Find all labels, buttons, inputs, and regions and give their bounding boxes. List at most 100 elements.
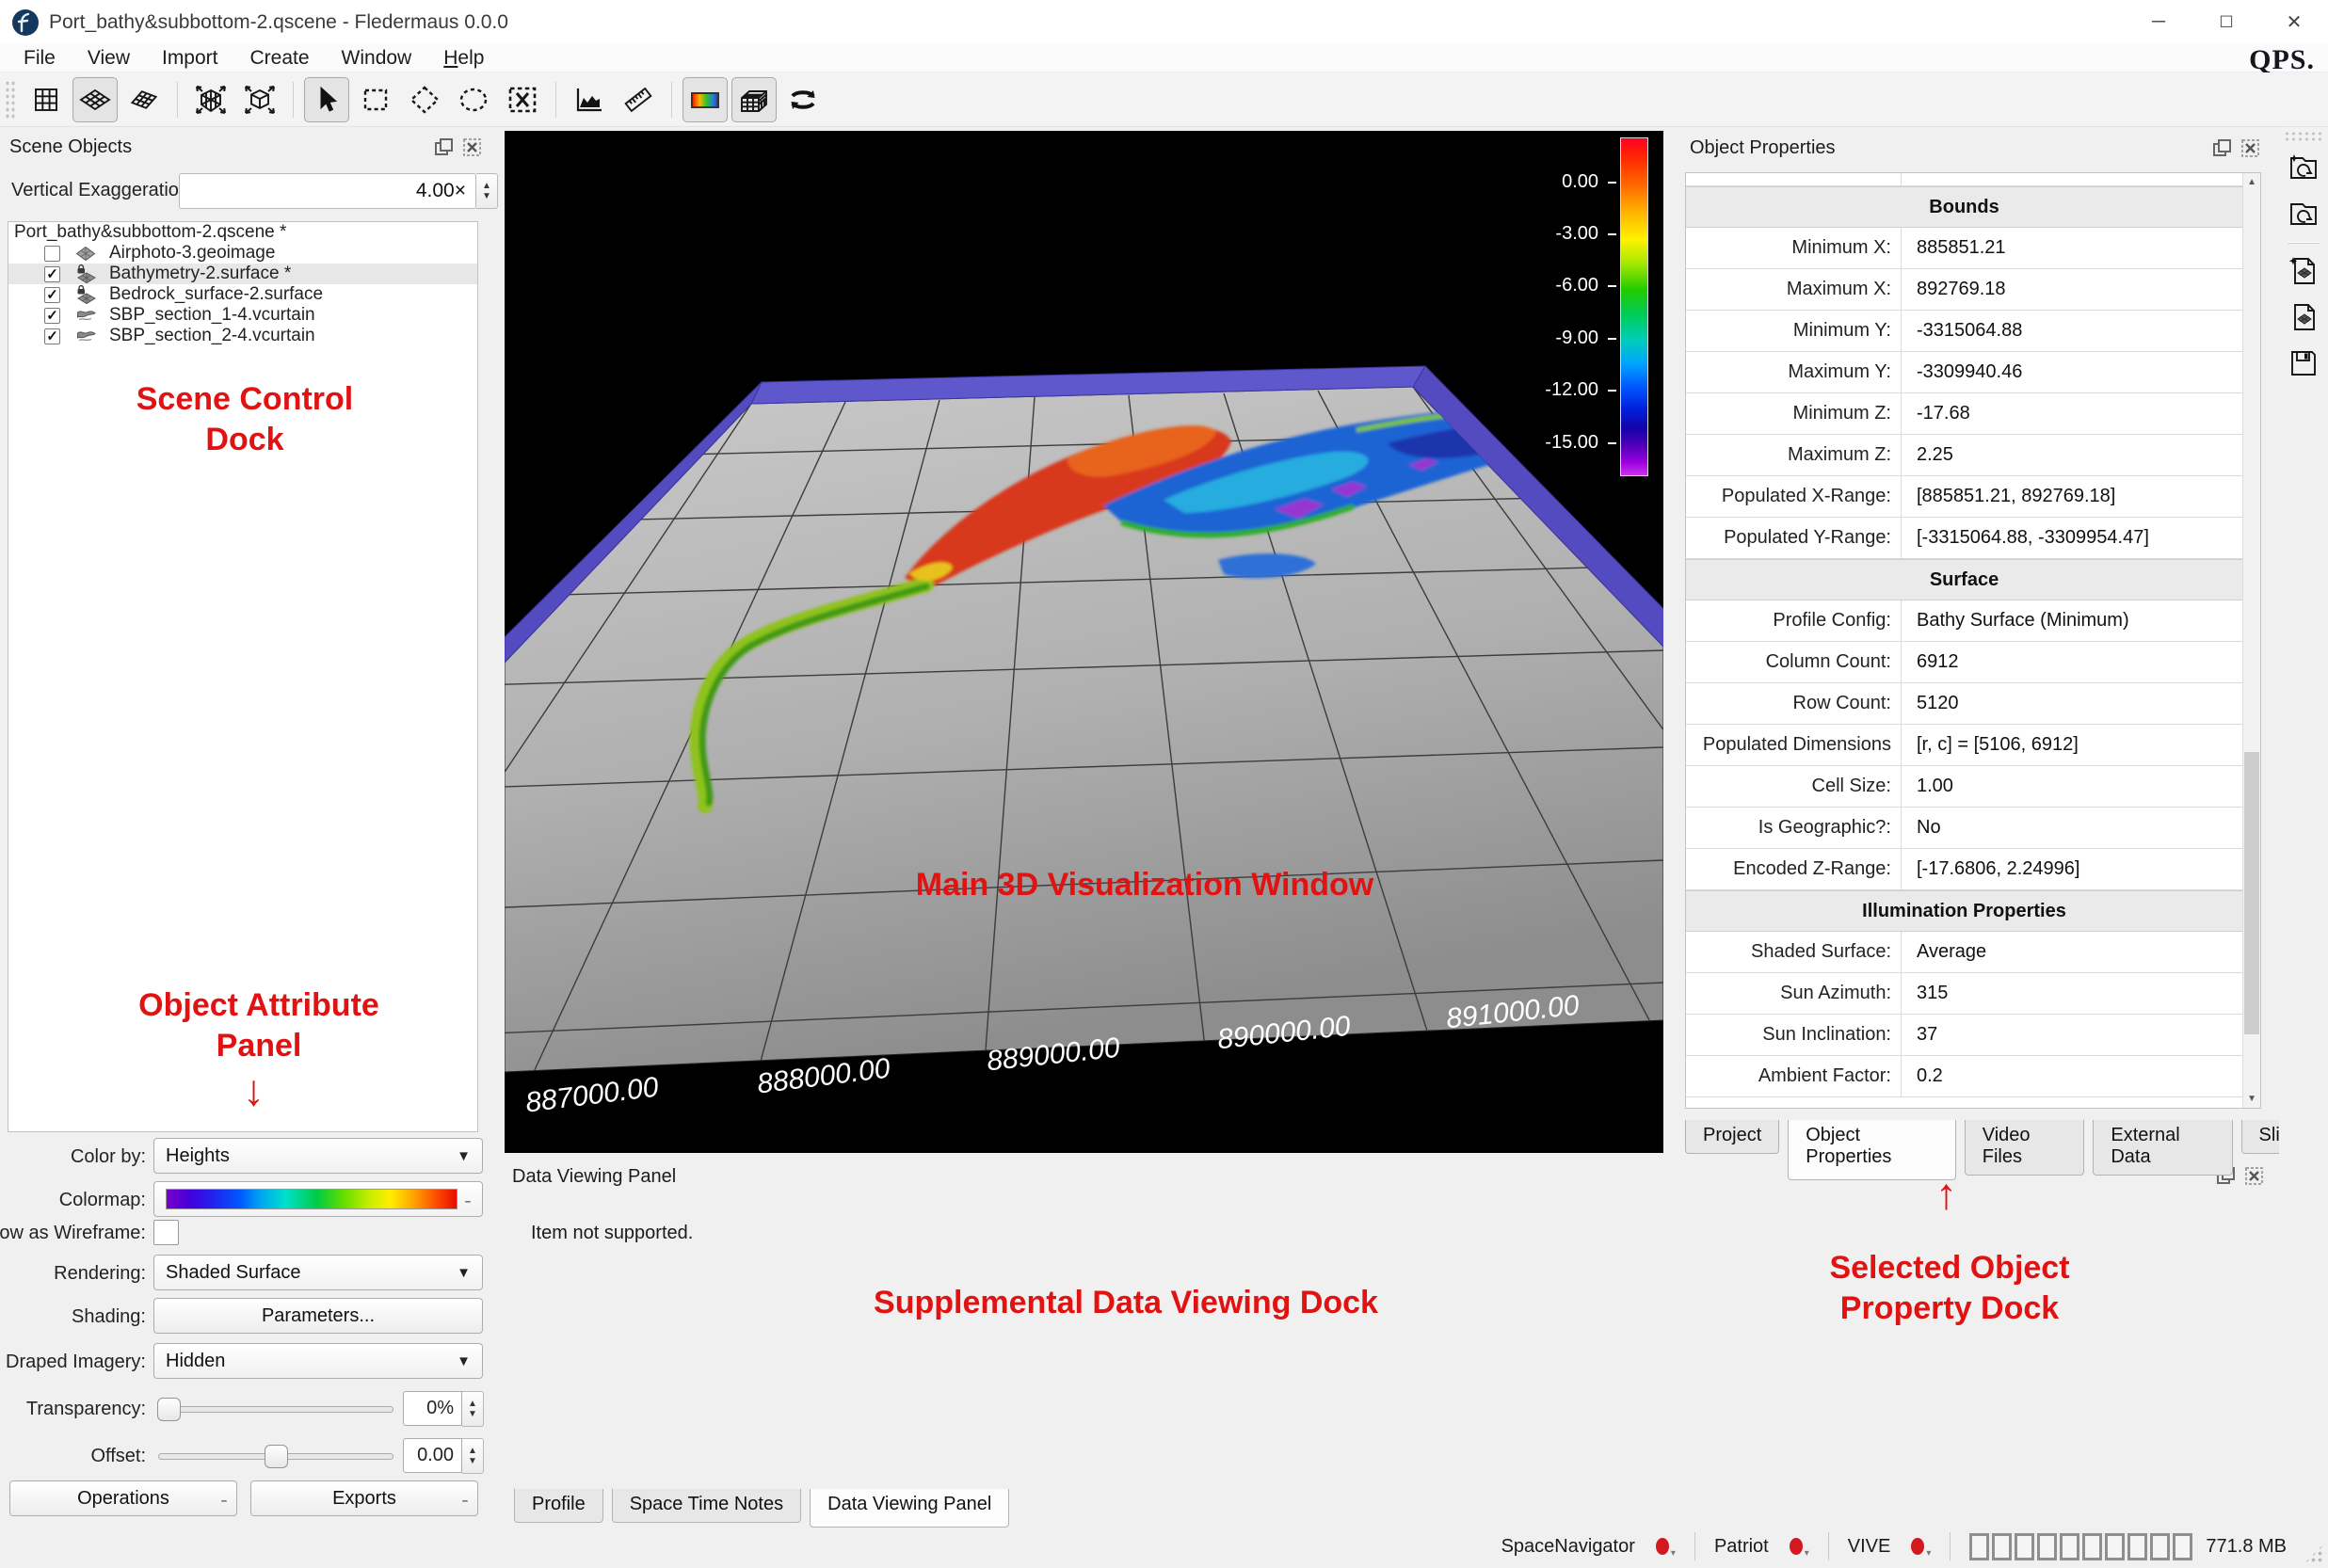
object-attribute-panel-annotation: Object Attribute Panel bbox=[113, 985, 405, 1065]
menu-create[interactable]: Create bbox=[234, 44, 326, 72]
property-row: Maximum X:892769.18 bbox=[1686, 269, 2242, 311]
scrollbar-thumb[interactable] bbox=[2244, 752, 2259, 1034]
visibility-checkbox[interactable]: ✓ bbox=[44, 266, 60, 282]
plan-view-grid-button[interactable] bbox=[24, 77, 69, 122]
device-status-vive[interactable]: VIVE▾ bbox=[1848, 1535, 1932, 1559]
colorbar-tick-label: 0.00 bbox=[1504, 171, 1598, 193]
3d-visualization-viewport[interactable]: 0.00-3.00-6.00-9.00-12.00-15.00 887000.0… bbox=[505, 131, 1663, 1153]
menu-window[interactable]: Window bbox=[326, 44, 428, 72]
minimize-button[interactable]: ─ bbox=[2125, 0, 2192, 44]
tree-item[interactable]: ✓Bathymetry-2.surface * bbox=[8, 264, 477, 284]
toolbar-drag-handle[interactable] bbox=[5, 80, 16, 120]
tree-item[interactable]: ✓Bedrock_surface-2.surface bbox=[8, 284, 477, 305]
exports-button[interactable]: Exports˗ bbox=[250, 1480, 478, 1516]
operations-button[interactable]: Operations˗ bbox=[9, 1480, 237, 1516]
memory-gauge-segment bbox=[2150, 1533, 2170, 1560]
rendering-label: Rendering: bbox=[54, 1255, 146, 1292]
colorbar-toggle-button[interactable] bbox=[682, 77, 728, 122]
property-row: Row Count:5120 bbox=[1686, 683, 2242, 725]
volume-box-toggle-button[interactable] bbox=[731, 77, 777, 122]
property-table-scrollbar[interactable]: ▲ ▼ bbox=[2242, 173, 2260, 1108]
select-cursor-button[interactable] bbox=[304, 77, 349, 122]
profile-chart-button[interactable] bbox=[567, 77, 612, 122]
resize-grip[interactable] bbox=[2304, 1544, 2324, 1564]
open-scene-file-button[interactable] bbox=[2283, 296, 2324, 338]
close-button[interactable]: ✕ bbox=[2260, 0, 2328, 44]
offset-slider-thumb[interactable] bbox=[265, 1445, 288, 1468]
vertical-exaggeration-spinner[interactable]: ▲▼ bbox=[476, 173, 498, 209]
save-button[interactable] bbox=[2283, 343, 2324, 384]
device-status-spacenavigator[interactable]: SpaceNavigator▾ bbox=[1501, 1535, 1676, 1559]
transparency-spinbox[interactable]: 0% bbox=[403, 1391, 462, 1426]
clear-selection-button[interactable] bbox=[500, 77, 545, 122]
rendering-value: Shaded Surface bbox=[166, 1262, 300, 1284]
property-row: Shaded Surface:Average bbox=[1686, 932, 2242, 973]
data-dock-tabbar: Profile Space Time Notes Data Viewing Pane… bbox=[514, 1489, 1009, 1528]
tab-profile[interactable]: Profile bbox=[514, 1489, 603, 1523]
property-row: Populated X-Range:[885851.21, 892769.18] bbox=[1686, 476, 2242, 518]
close-dock-icon[interactable] bbox=[462, 137, 482, 157]
tab-data-viewing-panel[interactable]: Data Viewing Panel bbox=[810, 1489, 1009, 1528]
scroll-up-icon[interactable]: ▲ bbox=[2243, 173, 2260, 191]
tilted-surface-view-button[interactable] bbox=[121, 77, 167, 122]
offset-spinner[interactable]: ▲▼ bbox=[462, 1438, 484, 1474]
maximize-button[interactable]: ☐ bbox=[2192, 0, 2260, 44]
transparency-slider-thumb[interactable] bbox=[157, 1398, 181, 1421]
toolbar-drag-handle[interactable] bbox=[2284, 131, 2323, 142]
tree-item[interactable]: ✓SBP_section_2-4.vcurtain bbox=[8, 326, 477, 346]
shading-parameters-button[interactable]: Parameters... bbox=[153, 1298, 483, 1334]
measure-ruler-button[interactable] bbox=[616, 77, 661, 122]
open-project-button[interactable] bbox=[2283, 193, 2324, 234]
visibility-checkbox[interactable]: ✓ bbox=[44, 328, 60, 344]
property-value: 1.00 bbox=[1902, 766, 2242, 807]
zoom-extents-cube-button[interactable] bbox=[237, 77, 282, 122]
tree-root-item[interactable]: Port_bathy&subbottom-2.qscene * bbox=[8, 222, 477, 243]
new-project-icon bbox=[2287, 152, 2320, 184]
float-dock-icon[interactable] bbox=[2212, 138, 2232, 158]
float-dock-icon[interactable] bbox=[434, 137, 454, 157]
menu-import[interactable]: Import bbox=[146, 44, 234, 72]
new-scene-file-button[interactable] bbox=[2283, 250, 2324, 292]
transparency-slider[interactable] bbox=[158, 1406, 393, 1413]
rotate-view-button[interactable] bbox=[780, 77, 826, 122]
property-label: Profile Config: bbox=[1686, 600, 1902, 641]
color-by-dropdown[interactable]: Heights▼ bbox=[153, 1138, 483, 1174]
flat-surface-view-button[interactable] bbox=[72, 77, 118, 122]
tab-object-properties[interactable]: Object Properties bbox=[1788, 1120, 1955, 1180]
colormap-dropdown[interactable]: ˗ bbox=[153, 1181, 483, 1217]
property-label: Populated Y-Range: bbox=[1686, 518, 1902, 558]
vertical-exaggeration-input[interactable]: 4.00× bbox=[179, 173, 476, 209]
tab-project[interactable]: Project bbox=[1685, 1120, 1779, 1154]
offset-spinbox[interactable]: 0.00 bbox=[403, 1438, 462, 1473]
wireframe-checkbox[interactable] bbox=[153, 1220, 179, 1245]
geoimage-icon bbox=[75, 246, 98, 262]
menu-file[interactable]: File bbox=[8, 44, 72, 72]
draped-imagery-dropdown[interactable]: Hidden▼ bbox=[153, 1343, 483, 1379]
transparency-spinner[interactable]: ▲▼ bbox=[462, 1391, 484, 1427]
visibility-checkbox[interactable]: ✓ bbox=[44, 287, 60, 303]
scroll-down-icon[interactable]: ▼ bbox=[2243, 1090, 2260, 1108]
menu-view[interactable]: View bbox=[72, 44, 146, 72]
offset-slider[interactable] bbox=[158, 1453, 393, 1460]
tree-item[interactable]: ✓SBP_section_1-4.vcurtain bbox=[8, 305, 477, 326]
rendering-dropdown[interactable]: Shaded Surface▼ bbox=[153, 1255, 483, 1290]
ellipse-select-button[interactable] bbox=[451, 77, 496, 122]
property-row: Encoded Z-Range:[-17.6806, 2.24996] bbox=[1686, 849, 2242, 890]
diamond-select-button[interactable] bbox=[402, 77, 447, 122]
tab-space-time-notes[interactable]: Space Time Notes bbox=[612, 1489, 801, 1523]
toolbar-separator bbox=[2288, 242, 2320, 243]
menu-help[interactable]: Help bbox=[427, 44, 500, 72]
property-value: [r, c] = [5106, 6912] bbox=[1902, 725, 2242, 765]
visibility-checkbox[interactable]: ✓ bbox=[44, 308, 60, 324]
tab-video-files[interactable]: Video Files bbox=[1965, 1120, 2085, 1176]
status-dot-icon bbox=[1911, 1538, 1924, 1555]
device-status-patriot[interactable]: Patriot▾ bbox=[1714, 1535, 1809, 1559]
new-project-button[interactable] bbox=[2283, 147, 2324, 188]
rectangle-select-button[interactable] bbox=[353, 77, 398, 122]
toolbar-buttons bbox=[22, 77, 827, 122]
close-dock-icon[interactable] bbox=[2240, 138, 2260, 158]
tree-item[interactable]: Airphoto-3.geoimage bbox=[8, 243, 477, 264]
zoom-extents-surface-button[interactable] bbox=[188, 77, 233, 122]
tab-external-data[interactable]: External Data bbox=[2093, 1120, 2232, 1176]
visibility-checkbox[interactable] bbox=[44, 246, 60, 262]
